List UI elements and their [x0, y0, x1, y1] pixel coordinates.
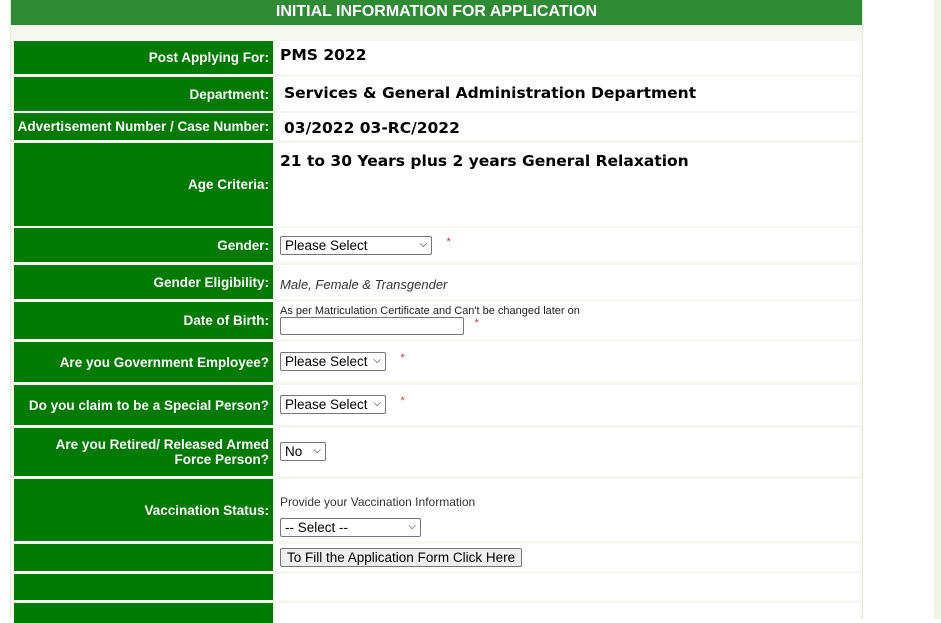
row-post: Post Applying For: PMS 2022: [14, 41, 860, 74]
row-dob: Date of Birth: As per Matriculation Cert…: [14, 302, 860, 339]
dob-hint: As per Matriculation Certificate and Can…: [280, 305, 580, 317]
department-value: Services & General Administration Depart…: [284, 84, 697, 102]
row-advertisement: Advertisement Number / Case Number: 03/2…: [14, 113, 860, 140]
govt-employee-select[interactable]: Please Select ⌵: [280, 352, 386, 371]
required-marker: *: [474, 317, 479, 329]
row-govt-employee: Are you Government Employee? Please Sele…: [14, 342, 860, 382]
advertisement-label: Advertisement Number / Case Number:: [14, 113, 273, 140]
dob-input[interactable]: [280, 317, 464, 335]
gender-eligibility-value: Male, Female & Transgender: [280, 277, 448, 292]
advertisement-value: 03/2022 03-RC/2022: [284, 119, 460, 137]
chevron-down-icon: ⌵: [408, 521, 416, 532]
chevron-down-icon: ⌵: [419, 239, 427, 250]
department-label: Department:: [14, 77, 273, 111]
chevron-down-icon: ⌵: [373, 398, 381, 409]
row-gender-eligibility: Gender Eligibility: Male, Female & Trans…: [14, 265, 860, 299]
row-age: Age Criteria: 21 to 30 Years plus 2 year…: [14, 143, 860, 226]
fill-application-button[interactable]: To Fill the Application Form Click Here: [280, 548, 523, 567]
row-empty-1: [14, 574, 860, 600]
post-value: PMS 2022: [280, 46, 367, 64]
age-label: Age Criteria:: [14, 143, 273, 226]
required-marker: *: [446, 236, 451, 248]
chevron-down-icon: ⌵: [373, 355, 381, 366]
row-empty-2: [14, 603, 860, 623]
row-armed-force: Are you Retired/ Released Armed Force Pe…: [14, 428, 860, 476]
row-gender: Gender: Please Select ⌵ *: [14, 228, 860, 262]
row-special-person: Do you claim to be a Special Person? Ple…: [14, 385, 860, 425]
dob-label: Date of Birth:: [14, 302, 273, 339]
vaccination-select[interactable]: -- Select -- ⌵: [280, 518, 421, 537]
page-title: INITIAL INFORMATION FOR APPLICATION: [11, 0, 862, 25]
application-panel: INITIAL INFORMATION FOR APPLICATION Post…: [10, 0, 863, 623]
special-person-select[interactable]: Please Select ⌵: [280, 395, 386, 414]
vaccination-hint: Provide your Vaccination Information: [280, 495, 476, 509]
armed-force-select[interactable]: No ⌵: [280, 442, 326, 461]
special-person-label: Do you claim to be a Special Person?: [14, 385, 273, 425]
gender-eligibility-label: Gender Eligibility:: [14, 265, 273, 299]
govt-employee-label: Are you Government Employee?: [14, 342, 273, 382]
row-action: To Fill the Application Form Click Here: [14, 544, 860, 571]
row-department: Department: Services & General Administr…: [14, 77, 860, 111]
row-vaccination: Vaccination Status: Provide your Vaccina…: [14, 479, 860, 541]
chevron-down-icon: ⌵: [313, 445, 321, 456]
gender-label: Gender:: [14, 228, 273, 262]
vaccination-label: Vaccination Status:: [14, 479, 273, 541]
required-marker: *: [400, 352, 405, 364]
age-value: 21 to 30 Years plus 2 years General Rela…: [280, 152, 689, 170]
armed-force-label: Are you Retired/ Released Armed Force Pe…: [14, 428, 273, 476]
gender-select[interactable]: Please Select ⌵: [280, 236, 432, 255]
post-label: Post Applying For:: [14, 41, 273, 74]
page-edge: [934, 0, 941, 619]
required-marker: *: [400, 395, 405, 407]
